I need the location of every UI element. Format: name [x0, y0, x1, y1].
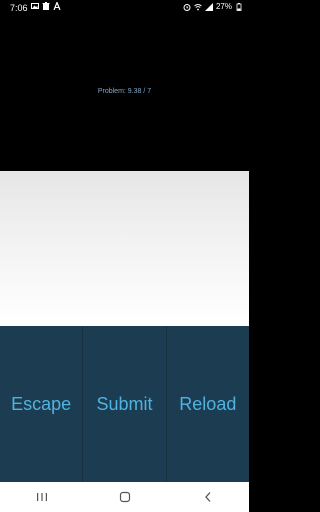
escape-button[interactable]: Escape [0, 326, 84, 482]
reload-button[interactable]: Reload [166, 326, 249, 482]
status-bar: 7:06 27% [0, 0, 249, 16]
alarm-icon [183, 3, 191, 11]
photo-icon [31, 2, 39, 10]
status-time: 7:06 [10, 3, 28, 13]
home-icon[interactable] [115, 487, 135, 507]
action-button-row: Escape Submit Reload [0, 326, 249, 482]
status-left-icons [31, 2, 61, 10]
battery-percent: 27% [215, 2, 232, 11]
back-icon[interactable] [198, 487, 218, 507]
problem-text: Problem: 9.38 / 7 [97, 88, 152, 95]
a-icon [53, 2, 61, 10]
status-right-icons: 27% [183, 2, 243, 11]
drawing-canvas[interactable] [0, 171, 249, 326]
battery-icon [235, 2, 243, 11]
problem-area: Problem: 9.38 / 7 [0, 16, 249, 171]
navigation-bar [0, 482, 249, 512]
recents-icon[interactable] [32, 487, 52, 507]
delete-icon [42, 2, 50, 10]
submit-button[interactable]: Submit [83, 326, 167, 482]
signal-icon [204, 2, 213, 11]
wifi-icon [194, 3, 202, 11]
